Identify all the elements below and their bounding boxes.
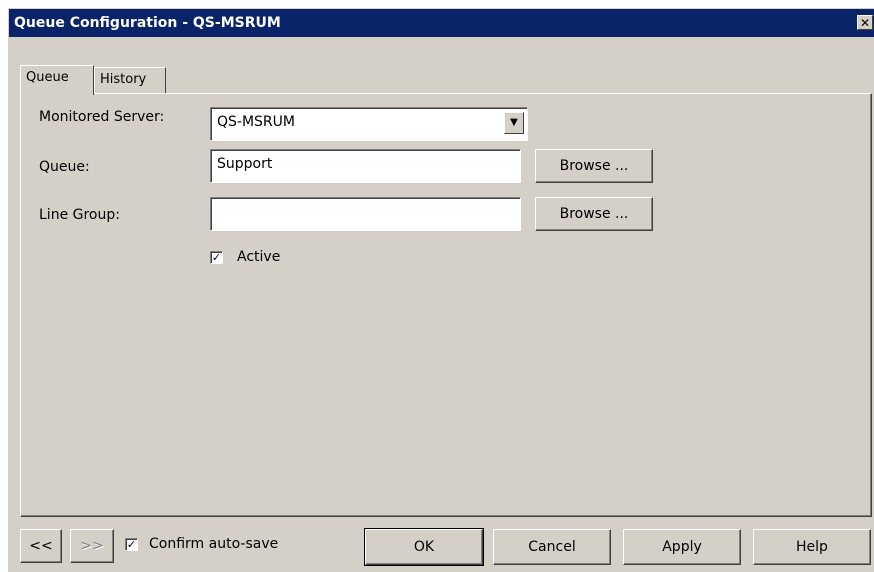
- tab-history[interactable]: History: [94, 67, 166, 93]
- previous-button[interactable]: <<: [20, 529, 62, 563]
- apply-button[interactable]: Apply: [623, 529, 741, 565]
- confirm-autosave-checkbox[interactable]: ✓: [125, 538, 138, 551]
- monitored-server-label: Monitored Server:: [39, 109, 165, 125]
- dialog-window: Queue Configuration - QS-MSRUM ✕ Queue H…: [8, 8, 874, 572]
- confirm-autosave-label: Confirm auto-save: [149, 536, 279, 552]
- active-label: Active: [237, 249, 281, 265]
- queue-value: Support: [217, 156, 273, 172]
- tab-queue[interactable]: Queue: [20, 65, 94, 95]
- line-group-label: Line Group:: [39, 207, 120, 223]
- active-checkbox[interactable]: ✓: [210, 251, 223, 264]
- line-group-browse-button[interactable]: Browse ...: [535, 197, 653, 231]
- cancel-button[interactable]: Cancel: [493, 529, 611, 565]
- checkmark-icon: ✓: [211, 251, 222, 264]
- title-bar[interactable]: Queue Configuration - QS-MSRUM ✕: [9, 9, 874, 37]
- checkmark-icon: ✓: [126, 538, 137, 551]
- tab-history-label: History: [100, 72, 147, 87]
- help-button[interactable]: Help: [753, 529, 871, 565]
- close-icon: ✕: [859, 16, 871, 30]
- next-button[interactable]: >>: [70, 529, 114, 563]
- window-title: Queue Configuration - QS-MSRUM: [14, 15, 281, 31]
- line-group-input[interactable]: [210, 197, 521, 231]
- monitored-server-dropdown[interactable]: QS-MSRUM ▼: [210, 107, 528, 141]
- ok-button[interactable]: OK: [364, 528, 484, 566]
- close-button[interactable]: ✕: [857, 15, 873, 30]
- tab-queue-label: Queue: [26, 70, 69, 85]
- queue-input[interactable]: Support: [210, 149, 521, 183]
- monitored-server-value: QS-MSRUM: [217, 114, 295, 130]
- chevron-down-icon[interactable]: ▼: [504, 112, 524, 134]
- queue-label: Queue:: [39, 159, 90, 175]
- queue-browse-button[interactable]: Browse ...: [535, 149, 653, 183]
